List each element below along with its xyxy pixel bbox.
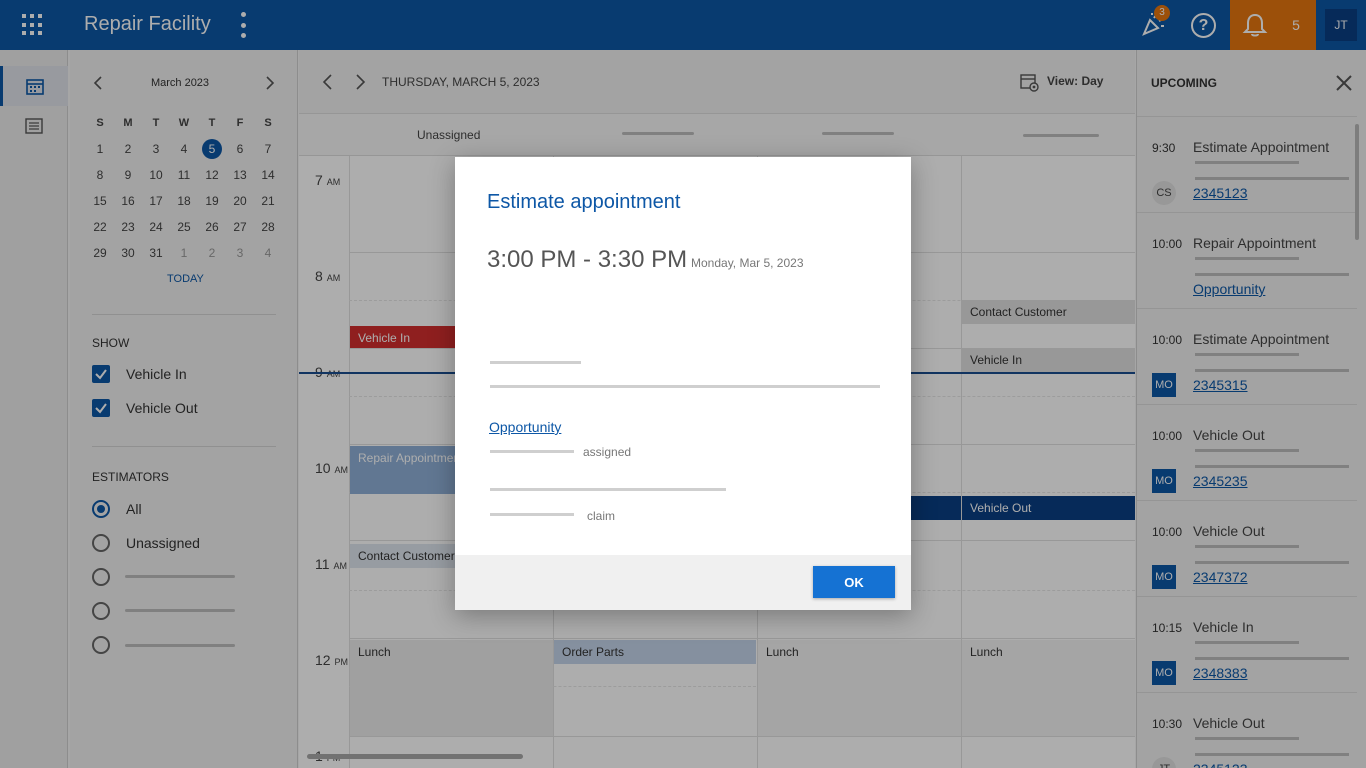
redacted-text xyxy=(490,513,574,516)
redacted-text xyxy=(490,361,581,364)
assigned-label: assigned xyxy=(583,445,632,459)
dialog-footer: OK xyxy=(455,555,911,610)
redacted-text xyxy=(490,450,574,453)
claim-label: claim xyxy=(587,509,616,523)
opportunity-link[interactable]: Opportunity xyxy=(489,419,561,435)
appointment-time-range: 3:00 PM - 3:30 PM xyxy=(487,246,688,273)
ok-button[interactable]: OK xyxy=(813,566,895,598)
dialog-title: Estimate appointment xyxy=(487,191,681,213)
redacted-text xyxy=(490,385,880,388)
appointment-date: Monday, Mar 5, 2023 xyxy=(691,256,804,270)
redacted-text xyxy=(490,488,726,491)
estimate-appointment-dialog: Estimate appointment 3:00 PM - 3:30 PM M… xyxy=(455,157,911,610)
